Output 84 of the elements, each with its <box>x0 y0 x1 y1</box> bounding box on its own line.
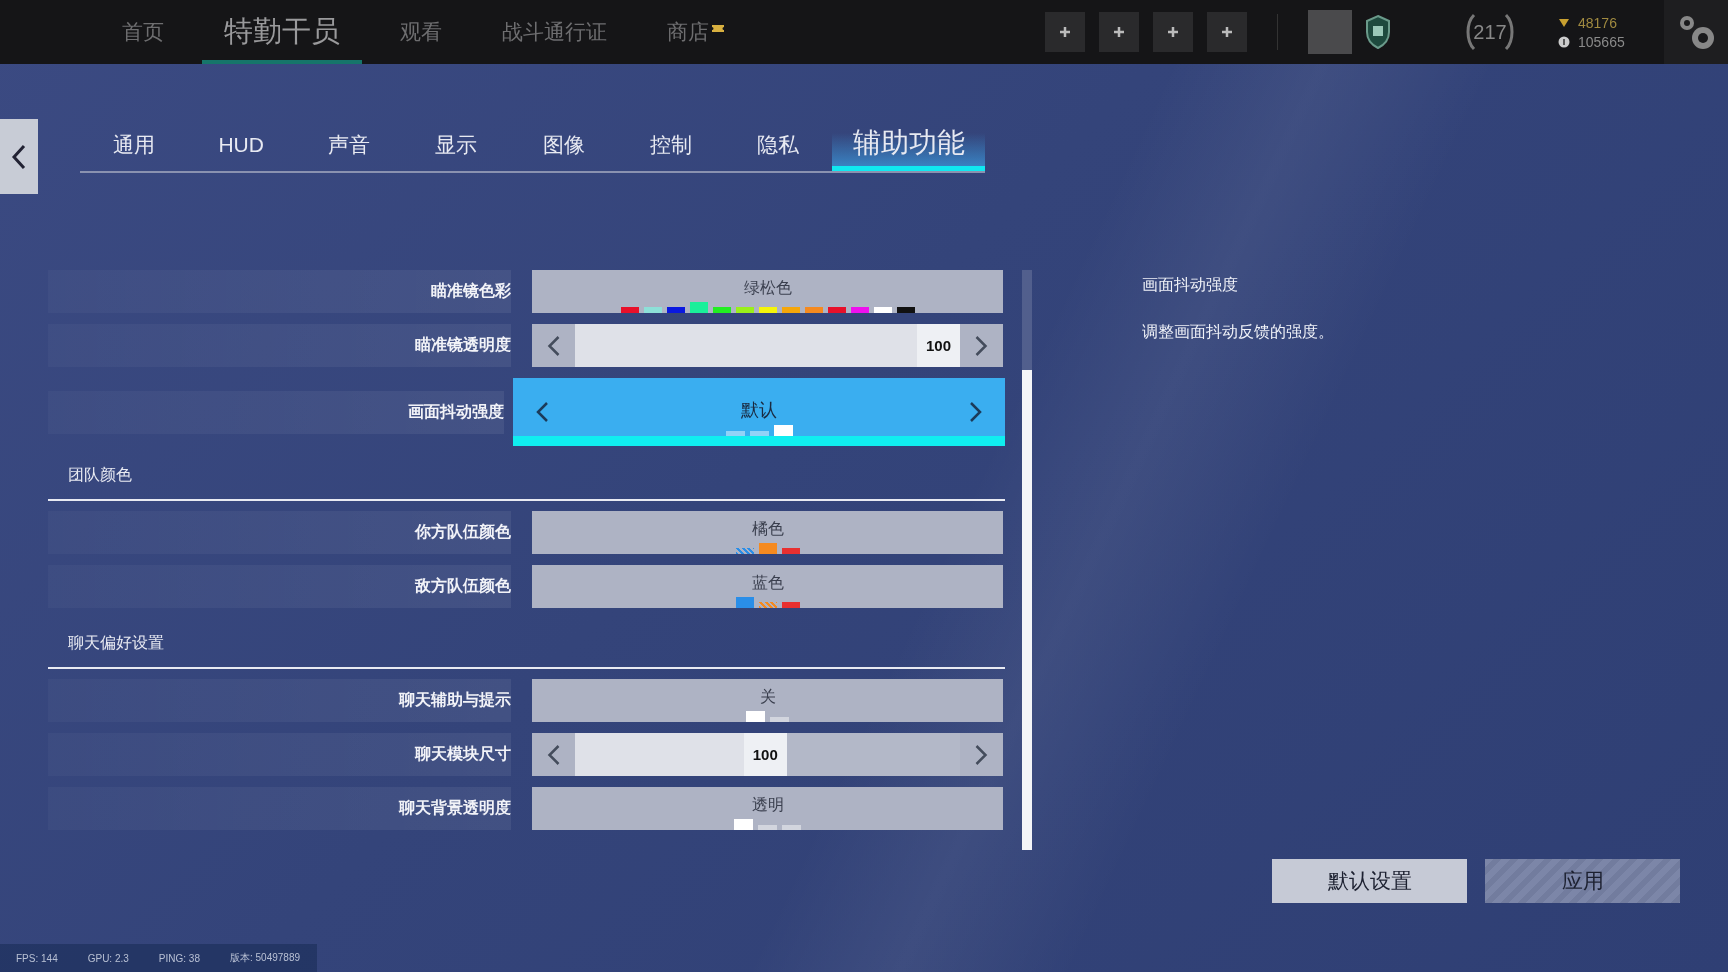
setting-label: 瞄准镜透明度 <box>48 324 511 367</box>
stat-text: FPS: 144 <box>16 952 58 964</box>
setting-label: 瞄准镜色彩 <box>48 270 511 313</box>
setting-label: 聊天辅助与提示 <box>48 679 511 722</box>
settings-tab[interactable]: 隐私 <box>724 119 833 171</box>
nav-tab[interactable]: 观看 <box>378 0 464 64</box>
add-slot-button[interactable] <box>1099 12 1139 52</box>
color-swatch[interactable] <box>827 307 846 313</box>
currency-amount: 105665 <box>1578 33 1625 50</box>
option-value: 蓝色 <box>751 573 784 593</box>
currency-amount: 48176 <box>1578 14 1617 31</box>
plus-icon <box>1221 26 1233 38</box>
stat-text: PING: 38 <box>158 952 200 964</box>
option-value: 默认 <box>741 399 778 422</box>
option-picker[interactable]: 蓝色 <box>532 565 1003 608</box>
slider-track[interactable]: 100 <box>575 733 960 776</box>
nav-tab[interactable]: 战斗通行证 <box>480 0 629 64</box>
section-header: 团队颜色 <box>48 451 1005 501</box>
slider-track[interactable]: 100 <box>575 324 960 367</box>
settings-tab[interactable]: 控制 <box>617 119 725 171</box>
option-picker[interactable]: 透明 <box>532 787 1003 830</box>
nav-tab[interactable]: 首页 <box>100 0 186 64</box>
slider-value: 100 <box>743 733 787 776</box>
settings-tab[interactable]: 显示 <box>402 119 510 171</box>
level-badge: 217 <box>1462 9 1518 55</box>
nav-tab[interactable]: 特勤干员 <box>202 0 362 64</box>
section-header: 聊天偏好设置 <box>48 619 1005 669</box>
color-swatch[interactable] <box>735 307 754 313</box>
option-picker[interactable]: 橘色 <box>532 511 1003 554</box>
color-swatch[interactable] <box>712 307 731 313</box>
description-title: 画面抖动强度 <box>1142 275 1239 295</box>
option-value: 橘色 <box>751 519 784 539</box>
color-swatch[interactable] <box>758 307 777 313</box>
settings-tab[interactable]: 图像 <box>509 119 618 171</box>
settings-button[interactable] <box>1664 0 1728 64</box>
option-picker[interactable]: 关 <box>532 679 1003 722</box>
setting-label: 敌方队伍颜色 <box>48 565 511 608</box>
plus-icon <box>1113 26 1125 38</box>
color-swatch[interactable] <box>758 602 777 608</box>
option-value: 绿松色 <box>743 278 792 298</box>
option-value: 关 <box>759 687 776 707</box>
color-swatch[interactable] <box>735 597 754 608</box>
description-text: 调整画面抖动反馈的强度。 <box>1142 322 1335 342</box>
color-swatch[interactable] <box>689 302 708 313</box>
option-value: 透明 <box>751 795 784 815</box>
shield-icon <box>1364 14 1392 50</box>
color-swatch[interactable] <box>735 548 754 554</box>
color-swatch[interactable] <box>620 307 639 313</box>
color-swatch[interactable] <box>666 307 685 313</box>
add-slot-button[interactable] <box>1207 12 1247 52</box>
reset-defaults-button[interactable]: 默认设置 <box>1272 859 1467 903</box>
add-slot-button[interactable] <box>1045 12 1085 52</box>
setting-label: 你方队伍颜色 <box>48 511 511 554</box>
color-swatch[interactable] <box>896 307 915 313</box>
stat-text: 版本: 50497889 <box>230 951 301 965</box>
settings-tab[interactable]: 声音 <box>294 119 403 171</box>
settings-tab[interactable]: HUD <box>187 119 295 171</box>
plus-icon <box>1167 26 1179 38</box>
slider-value: 100 <box>917 324 960 367</box>
add-slot-button[interactable] <box>1153 12 1193 52</box>
color-swatch[interactable] <box>781 548 800 554</box>
setting-label: 聊天模块尺寸 <box>48 733 511 776</box>
color-swatch[interactable] <box>758 543 777 554</box>
color-swatch[interactable] <box>873 307 892 313</box>
option-picker[interactable]: 默认 <box>513 378 1005 446</box>
chevron-left-icon <box>11 142 27 171</box>
scrollbar[interactable] <box>1022 270 1032 850</box>
color-swatch[interactable] <box>781 307 800 313</box>
stat-text: GPU: 2.3 <box>87 952 129 964</box>
setting-label: 聊天背景透明度 <box>48 787 511 830</box>
color-swatch[interactable] <box>850 307 869 313</box>
nav-tab[interactable]: 商店 <box>645 0 747 64</box>
option-picker[interactable]: 绿松色 <box>532 270 1003 313</box>
coin-icon <box>1558 35 1570 48</box>
slider[interactable]: 100 <box>532 733 1003 776</box>
slider[interactable]: 100 <box>532 324 1003 367</box>
color-swatch[interactable] <box>781 602 800 608</box>
color-swatch[interactable] <box>804 307 823 313</box>
chevron-token-icon <box>1558 17 1570 28</box>
back-button[interactable] <box>0 119 38 194</box>
settings-tab[interactable]: 通用 <box>80 119 188 171</box>
plus-icon <box>1059 26 1071 38</box>
color-swatch[interactable] <box>643 307 662 313</box>
setting-label: 画面抖动强度 <box>48 390 505 434</box>
